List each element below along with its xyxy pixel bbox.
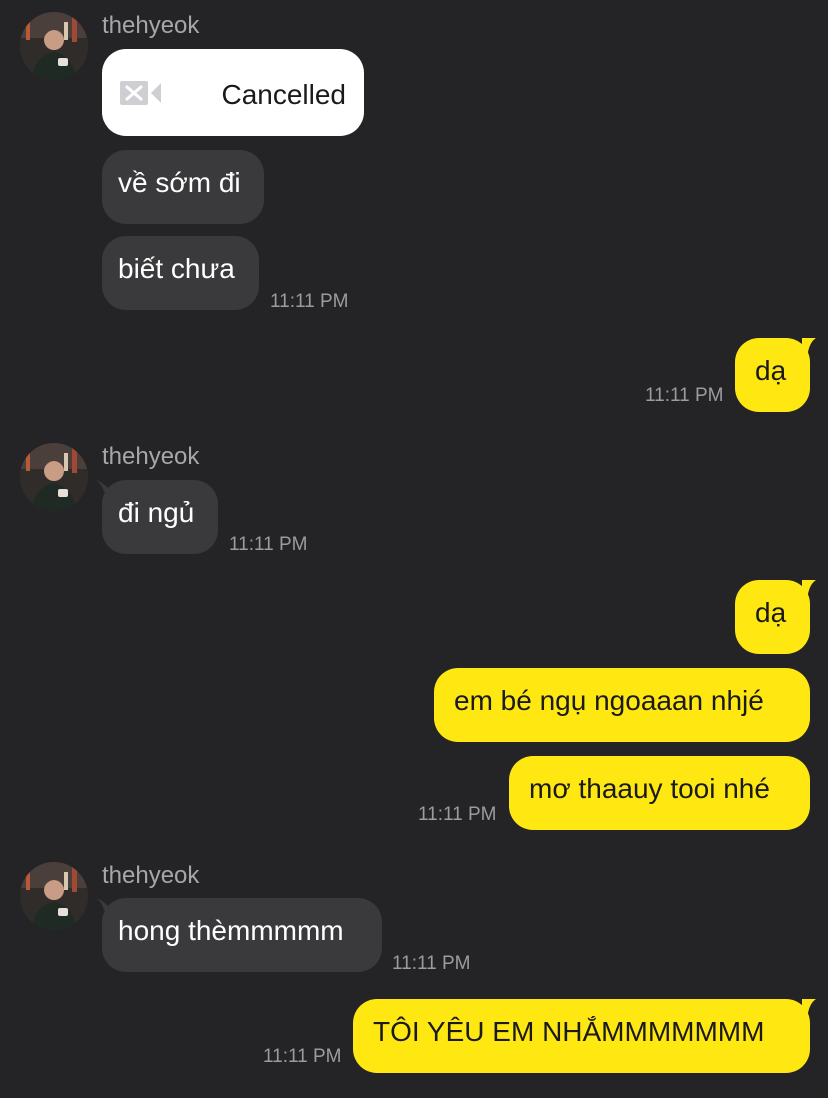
profile-photo-icon (20, 862, 88, 930)
message-bubble-outgoing[interactable]: mơ thaauy tooi nhé (509, 756, 810, 830)
bubble-tail (96, 898, 108, 910)
message-bubble-incoming[interactable]: biết chưa (102, 236, 259, 310)
message-bubble-incoming[interactable]: hong thèmmmmm (102, 898, 382, 972)
bubble-tail (802, 999, 816, 1013)
message-timestamp: 11:11 PM (418, 804, 497, 825)
message-bubble-incoming[interactable]: đi ngủ (102, 480, 218, 554)
profile-photo-icon (20, 443, 88, 511)
sender-name: thehyeok (102, 12, 200, 39)
message-bubble-incoming[interactable]: về sớm đi (102, 150, 264, 224)
bubble-tail (802, 580, 816, 594)
message-timestamp: 11:11 PM (270, 291, 349, 312)
call-status-card[interactable]: Cancelled (102, 49, 364, 136)
sender-name: thehyeok (102, 862, 200, 889)
message-bubble-outgoing[interactable]: dạ (735, 338, 810, 412)
call-status-label: Cancelled (221, 79, 346, 110)
avatar[interactable] (20, 12, 88, 80)
video-call-cancelled-icon (120, 81, 161, 105)
sender-name: thehyeok (102, 443, 200, 470)
message-timestamp: 11:11 PM (645, 385, 724, 406)
bubble-tail (96, 480, 108, 492)
message-timestamp: 11:11 PM (229, 534, 308, 555)
avatar[interactable] (20, 443, 88, 511)
avatar[interactable] (20, 862, 88, 930)
message-timestamp: 11:11 PM (263, 1046, 342, 1067)
message-bubble-outgoing[interactable]: em bé ngụ ngoaaan nhjé (434, 668, 810, 742)
message-timestamp: 11:11 PM (392, 953, 471, 974)
message-bubble-outgoing[interactable]: TÔI YÊU EM NHẮMMMMMMM (353, 999, 810, 1073)
profile-photo-icon (20, 12, 88, 80)
chat-screen: { "contact": { "name": "thehyeok" }, "me… (0, 0, 828, 1098)
message-bubble-outgoing[interactable]: dạ (735, 580, 810, 654)
bubble-tail (802, 338, 816, 352)
